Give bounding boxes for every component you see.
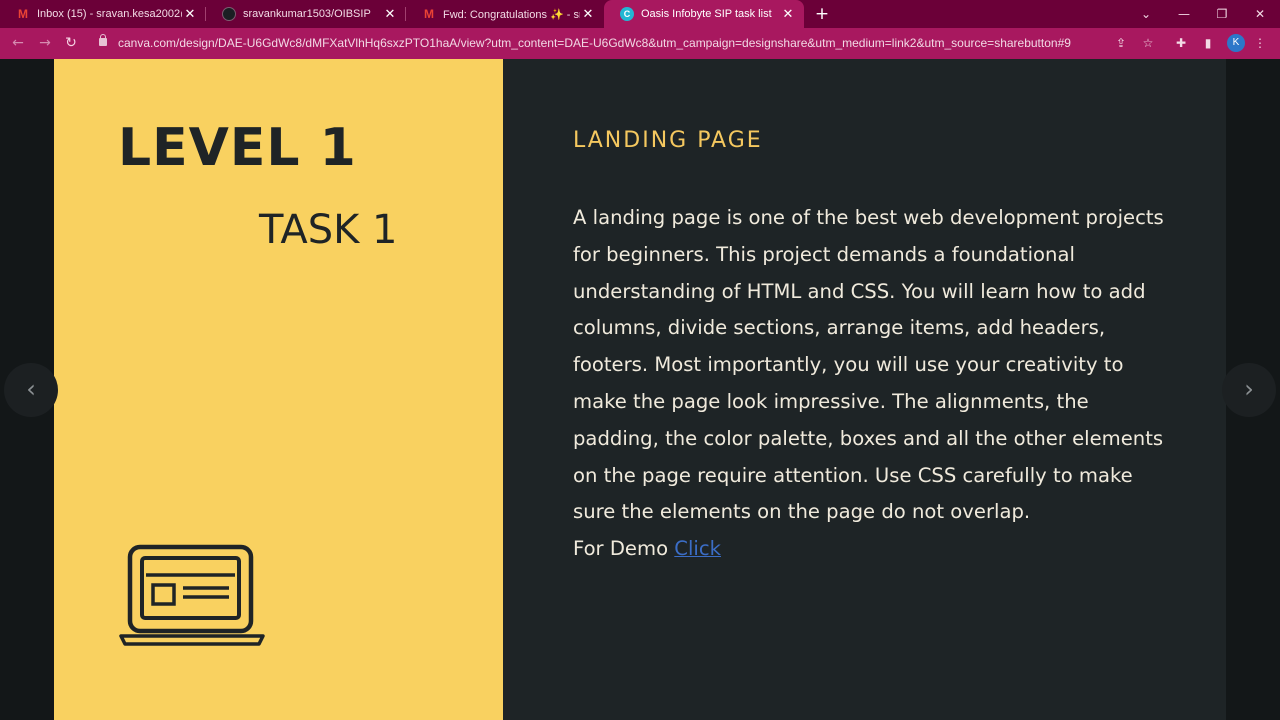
- description-line: sure the elements on the page do not ove…: [573, 500, 1031, 524]
- tab-gmail-inbox[interactable]: M Inbox (15) - sravan.kesa2002@gr ✕: [0, 0, 206, 28]
- description-line: A landing page is one of the best web de…: [573, 206, 1164, 229]
- previous-slide-chevron-icon[interactable]: ‹: [4, 363, 58, 417]
- back-arrow-icon[interactable]: ←: [8, 33, 28, 53]
- address-bar[interactable]: canva.com/design/DAE-U6GdWc8/dMFXatVlhHq…: [118, 36, 1108, 50]
- share-icon[interactable]: ⇪: [1112, 34, 1130, 52]
- demo-label: For Demo: [573, 537, 669, 561]
- side-panel-icon[interactable]: ▮: [1199, 34, 1217, 52]
- lock-icon[interactable]: [99, 34, 107, 46]
- description-line: make the page look impressive. The align…: [573, 389, 1089, 413]
- tab-strip: M Inbox (15) - sravan.kesa2002@gr ✕ srav…: [0, 0, 1280, 28]
- description-line: columns, divide sections, arrange items,…: [573, 316, 1106, 340]
- browser-toolbar: ← → ↻ canva.com/design/DAE-U6GdWc8/dMFXa…: [0, 28, 1280, 59]
- task-description: A landing page is one of the best web de…: [573, 200, 1173, 568]
- laptop-icon: [119, 544, 265, 646]
- close-icon[interactable]: ✕: [780, 6, 796, 22]
- description-line: understanding of HTML and CSS. You will …: [573, 279, 1146, 303]
- demo-line: For Demo Click: [573, 531, 1173, 568]
- demo-link[interactable]: Click: [674, 537, 721, 560]
- tab-github-repo[interactable]: sravankumar1503/OIBSIP ✕: [206, 0, 406, 28]
- close-icon[interactable]: ✕: [182, 6, 198, 22]
- close-icon[interactable]: ✕: [382, 6, 398, 22]
- profile-avatar[interactable]: K: [1227, 34, 1245, 52]
- level-heading: LEVEL 1: [118, 118, 357, 178]
- extensions-puzzle-icon[interactable]: ✚: [1172, 34, 1190, 52]
- section-title: LANDING PAGE: [573, 128, 763, 153]
- tab-title: Fwd: Congratulations ✨ - sravan: [443, 8, 580, 21]
- maximize-icon[interactable]: ❐: [1203, 0, 1241, 28]
- tab-title: Oasis Infobyte SIP task list: [641, 8, 772, 20]
- tab-gmail-congrats[interactable]: M Fwd: Congratulations ✨ - sravan ✕: [406, 0, 604, 28]
- close-icon[interactable]: ✕: [580, 6, 596, 22]
- gmail-icon: M: [424, 7, 434, 21]
- description-line: on the page require attention. Use CSS c…: [573, 463, 1133, 487]
- tab-title: Inbox (15) - sravan.kesa2002@gr: [37, 8, 182, 20]
- tab-canva-active[interactable]: C Oasis Infobyte SIP task list ✕: [604, 0, 804, 28]
- kebab-menu-icon[interactable]: ⋮: [1251, 34, 1269, 52]
- window-close-icon[interactable]: ✕: [1241, 0, 1279, 28]
- bookmark-star-icon[interactable]: ☆: [1139, 34, 1157, 52]
- canva-icon: C: [620, 7, 634, 21]
- tab-search-chevron-icon[interactable]: ⌄: [1127, 0, 1165, 28]
- tab-title: sravankumar1503/OIBSIP: [243, 8, 371, 20]
- minimize-icon[interactable]: —: [1165, 0, 1203, 28]
- new-tab-plus-icon[interactable]: +: [812, 4, 832, 24]
- description-line: for beginners. This project demands a fo…: [573, 242, 1075, 266]
- task-heading: TASK 1: [259, 207, 398, 253]
- description-line: footers. Most importantly, you will use …: [573, 353, 1124, 377]
- reload-icon[interactable]: ↻: [61, 33, 81, 53]
- description-line: padding, the color palette, boxes and al…: [573, 426, 1164, 450]
- github-icon: [222, 7, 236, 21]
- gmail-icon: M: [18, 7, 28, 21]
- next-slide-chevron-icon[interactable]: ›: [1222, 363, 1276, 417]
- forward-arrow-icon[interactable]: →: [35, 33, 55, 53]
